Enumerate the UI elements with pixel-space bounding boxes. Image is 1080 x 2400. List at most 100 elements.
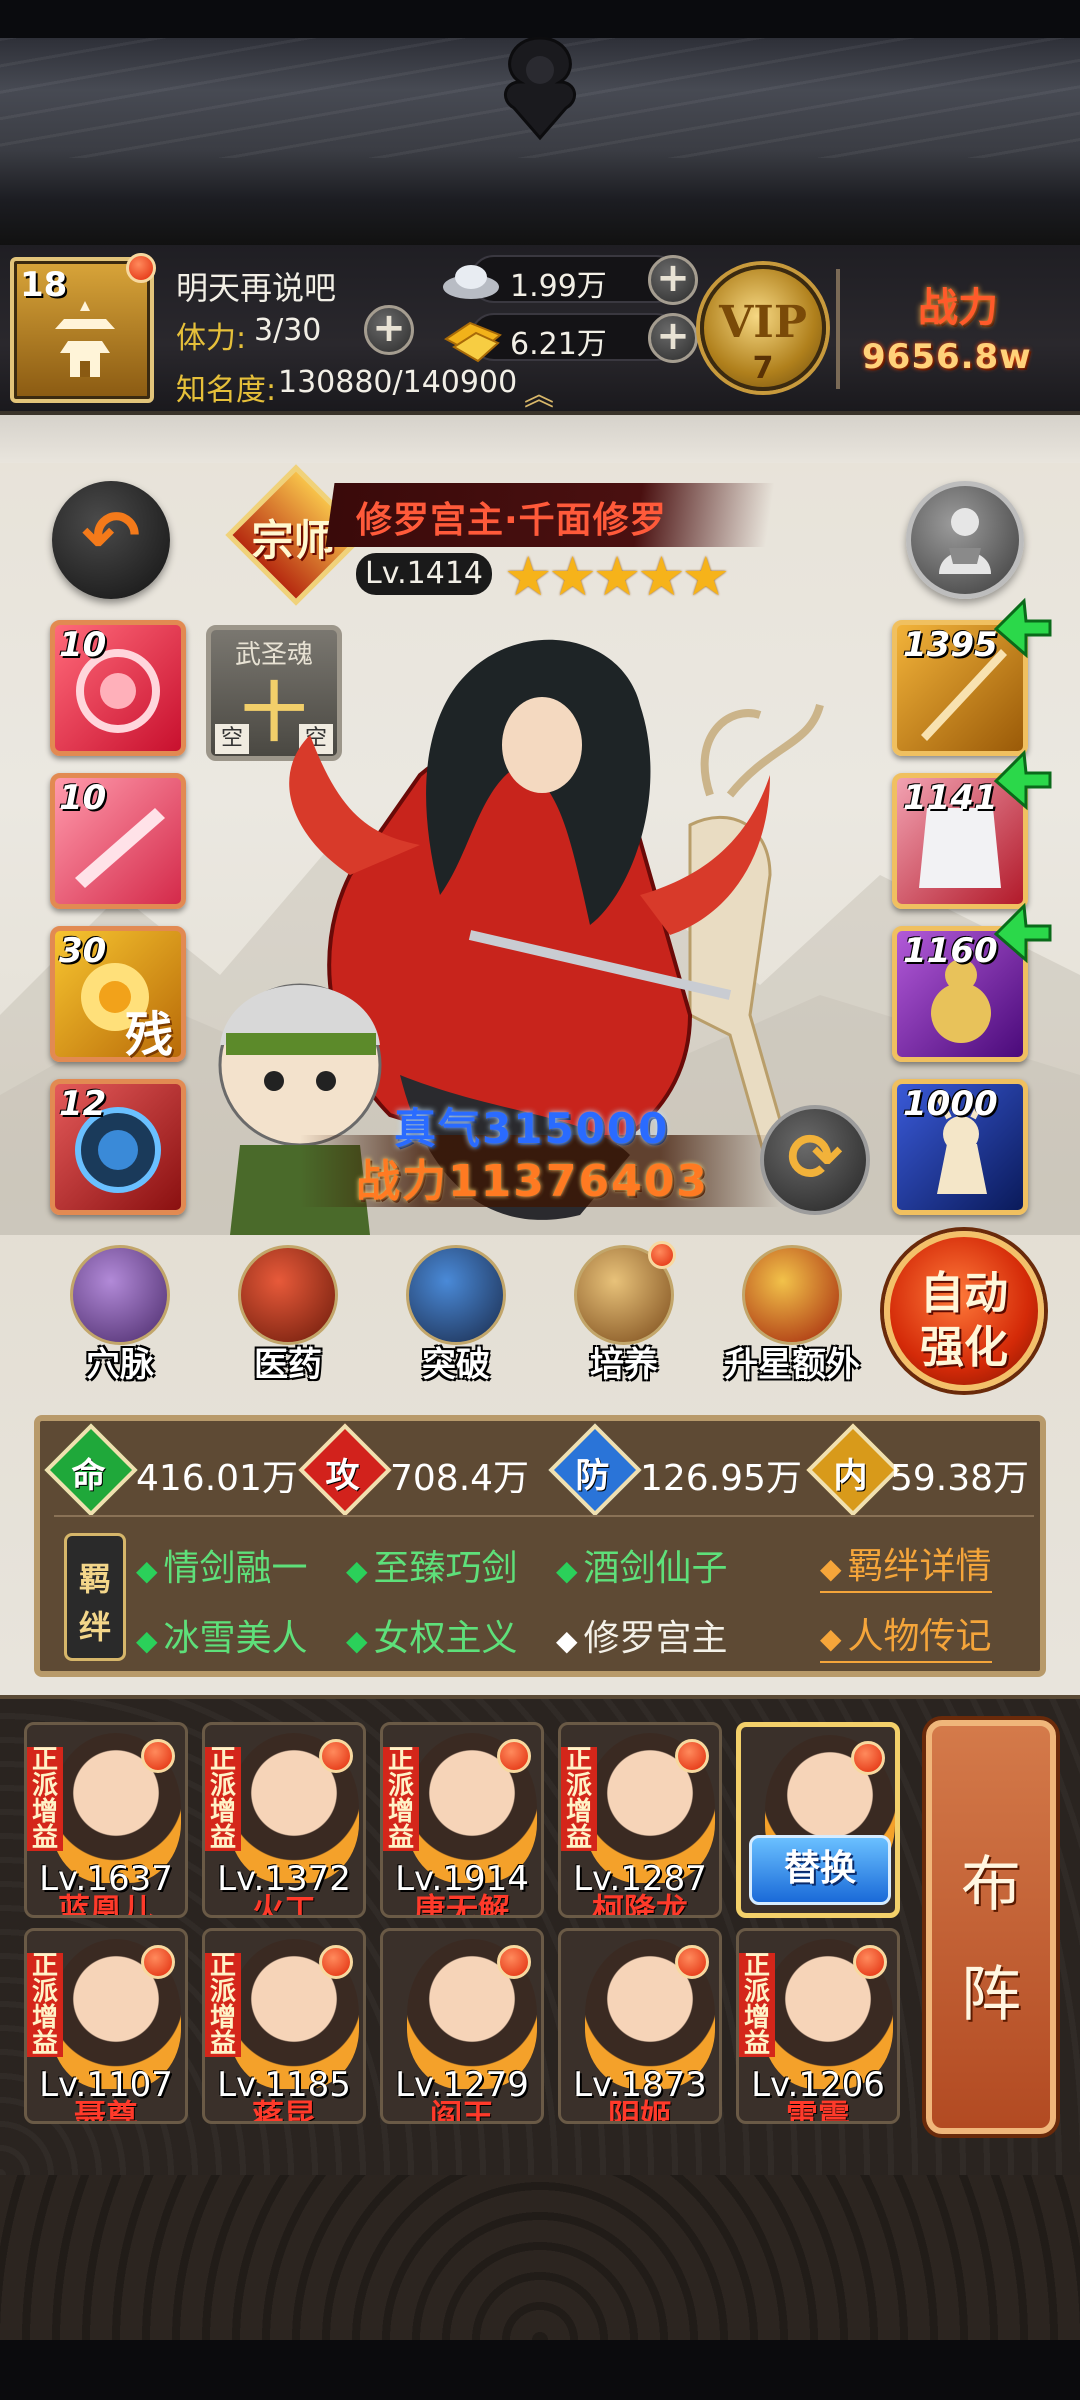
bonds-badge: 羁 绊 [64, 1533, 126, 1661]
stamina-value: 3/30 [254, 313, 322, 348]
action-label: 培养 [590, 1345, 658, 1385]
skill-level: 12 [59, 1084, 107, 1124]
lineup-card[interactable]: Lv.1873 阴姬 [558, 1928, 722, 2124]
equip-level: 1395 [903, 625, 998, 665]
action-cultivate[interactable]: 培养 [554, 1241, 694, 1395]
vip-badge[interactable]: VIP 7 [700, 265, 826, 391]
righteous-buff-tag: 正派增益 [27, 1747, 63, 1851]
back-button[interactable]: ↶ [52, 481, 170, 599]
star-up-icon [742, 1245, 842, 1345]
equip-level: 1000 [903, 1084, 998, 1124]
lineup-card-current[interactable]: 替换 [736, 1722, 900, 1918]
hero-portrait [218, 639, 824, 1235]
attr-icon-text: 命 [71, 1455, 106, 1496]
hero-name: 修罗宫主·千面修罗 [356, 500, 667, 541]
gold-ingot-icon [444, 321, 502, 363]
lineup-card[interactable]: 正派增益 Lv.1287 柯降龙 [558, 1722, 722, 1918]
lineup-card[interactable]: 正派增益 Lv.1107 聂尊 [24, 1928, 188, 2124]
notification-dot [141, 1739, 175, 1773]
action-label: 突破 [422, 1345, 490, 1385]
silver-ingot-icon [443, 265, 499, 299]
breakthrough-icon [406, 1245, 506, 1345]
refresh-icon: ⟳ [787, 1119, 843, 1196]
equip-slot-mount[interactable]: 1000 [892, 1079, 1028, 1215]
inner-force-value: 59.38万 [890, 1458, 1030, 1499]
notification-dot [497, 1739, 531, 1773]
medicine-icon [238, 1245, 338, 1345]
skill-level: 30 [59, 931, 107, 971]
notification-dot [126, 253, 156, 283]
upgrade-arrow-icon [993, 749, 1052, 811]
bond-item: ◆ 酒剑仙子 [556, 1548, 728, 1589]
bond-details-link[interactable]: ◆ 羁绊详情 [820, 1537, 992, 1593]
attack-value: 708.4万 [390, 1458, 530, 1499]
righteous-buff-tag: 正派增益 [27, 1953, 63, 2057]
hero-power: 战力11376403 [356, 1156, 709, 1207]
silver-amount: 1.99万 [510, 269, 607, 304]
add-gold-button[interactable]: + [648, 313, 698, 363]
action-label: 升星额外 [724, 1345, 860, 1385]
hero-info-button[interactable] [906, 481, 1024, 599]
total-power-label: 战力 [918, 285, 998, 331]
action-star-up[interactable]: 升星额外 [722, 1245, 862, 1395]
meridian-icon [70, 1245, 170, 1345]
notification-dot [141, 1945, 175, 1979]
defense-value: 126.95万 [640, 1458, 802, 1499]
fame-value: 130880/140900 [278, 365, 518, 400]
action-breakthrough[interactable]: 突破 [386, 1245, 526, 1395]
notification-dot [648, 1241, 676, 1269]
replace-button[interactable]: 替换 [749, 1835, 891, 1905]
notification-dot [675, 1739, 709, 1773]
vip-level: 7 [752, 351, 774, 386]
hero-name: 蓝凰儿 [57, 1891, 154, 1918]
remnant-mark: 残 [125, 1007, 174, 1063]
gold-amount: 6.21万 [510, 327, 607, 362]
floor-decoration [0, 2175, 1080, 2400]
notification-dot [497, 1945, 531, 1979]
total-power-value: 9656.8w [862, 337, 1032, 377]
roof-ornament-icon [504, 36, 576, 141]
hero-name: 柯降龙 [591, 1891, 688, 1918]
bond-item-inactive: ◆ 修罗宫主 [556, 1618, 728, 1659]
righteous-buff-tag: 正派增益 [739, 1953, 775, 2057]
auto-enhance-button[interactable]: 自动 强化 [884, 1231, 1044, 1391]
health-value: 416.01万 [136, 1458, 298, 1499]
inner-force-icon: 内 [806, 1423, 900, 1517]
bond-item: ◆ 冰雪美人 [136, 1618, 308, 1659]
righteous-buff-tag: 正派增益 [205, 1747, 241, 1851]
player-avatar[interactable]: 18 [10, 253, 156, 403]
panel-top-strip [0, 415, 1080, 463]
lineup-card[interactable]: 正派增益 Lv.1206 雷震 [736, 1928, 900, 2124]
upgrade-arrow-icon [993, 597, 1052, 659]
divider [54, 1515, 1034, 1517]
lineup-card[interactable]: 正派增益 Lv.1914 唐无解 [380, 1722, 544, 1918]
add-silver-button[interactable]: + [648, 255, 698, 305]
lineup-card[interactable]: Lv.1279 阎王 [380, 1928, 544, 2124]
biography-link[interactable]: ◆ 人物传记 [820, 1607, 992, 1663]
attr-icon-text: 攻 [325, 1455, 360, 1496]
hero-name: 聂尊 [73, 2097, 138, 2124]
righteous-buff-tag: 正派增益 [383, 1747, 419, 1851]
attr-icon-text: 防 [575, 1455, 610, 1496]
skill-slot-3[interactable]: 30 残 [50, 926, 186, 1063]
lineup-card[interactable]: 正派增益 Lv.1637 蓝凰儿 [24, 1722, 188, 1918]
action-meridian[interactable]: 穴脉 [50, 1245, 190, 1395]
action-medicine[interactable]: 医药 [218, 1245, 358, 1395]
skill-slot-4[interactable]: 12 [50, 1079, 186, 1215]
chevron-up-icon[interactable]: ︽ [524, 370, 554, 414]
skill-slot-2[interactable]: 10 [50, 773, 186, 909]
hero-name: 雷震 [785, 2097, 850, 2124]
lineup-card[interactable]: 正派增益 Lv.1372 火工 [202, 1722, 366, 1918]
auto-enhance-line2: 强化 [920, 1322, 1008, 1373]
lineup-card[interactable]: 正派增益 Lv.1185 蒋昆 [202, 1928, 366, 2124]
hero-rank-badge: 宗师 [251, 515, 336, 565]
action-label: 穴脉 [86, 1345, 154, 1385]
add-stamina-button[interactable]: + [364, 305, 414, 355]
player-header: 18 明天再说吧 体力: 3/30 + 知名度: 130880/140900 ︽… [0, 245, 1080, 415]
health-icon: 命 [44, 1423, 138, 1517]
bonds-badge-c1: 羁 [78, 1560, 111, 1598]
formation-button[interactable]: 布 阵 [926, 1720, 1056, 2134]
skill-slot-1[interactable]: 10 [50, 620, 186, 756]
swap-hero-button[interactable]: ⟳ [760, 1105, 870, 1215]
notification-dot [319, 1739, 353, 1773]
